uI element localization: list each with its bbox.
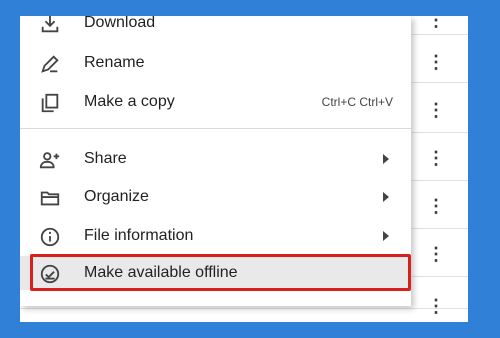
row-divider <box>20 308 468 309</box>
menu-item-download[interactable]: Download <box>20 16 411 40</box>
submenu-arrow-icon <box>383 192 389 202</box>
info-icon <box>40 227 60 247</box>
more-vert-icon[interactable]: ⋮ <box>427 52 445 72</box>
menu-item-share[interactable]: Share <box>20 142 411 176</box>
menu-item-label: Download <box>84 16 156 31</box>
context-menu: Download Rename Make a copy Ctrl+C Ctrl+… <box>20 16 411 306</box>
row-divider <box>412 276 468 277</box>
submenu-arrow-icon <box>383 231 389 241</box>
row-divider <box>412 132 468 133</box>
menu-item-make-a-copy[interactable]: Make a copy Ctrl+C Ctrl+V <box>20 85 411 119</box>
menu-item-label: File information <box>84 227 194 244</box>
menu-item-label: Organize <box>84 188 149 205</box>
more-vert-icon[interactable]: ⋮ <box>427 100 445 120</box>
menu-item-organize[interactable]: Organize <box>20 180 411 214</box>
more-vert-icon[interactable]: ⋮ <box>427 244 445 264</box>
menu-divider <box>20 128 411 129</box>
submenu-arrow-icon <box>383 154 389 164</box>
more-vert-icon[interactable]: ⋮ <box>427 196 445 216</box>
menu-item-label: Make a copy <box>84 93 175 110</box>
pencil-icon <box>41 55 59 73</box>
more-vert-icon[interactable]: ⋮ <box>427 16 445 30</box>
menu-item-label: Share <box>84 150 127 167</box>
keyboard-shortcut: Ctrl+C Ctrl+V <box>321 95 393 109</box>
row-divider <box>412 34 468 35</box>
download-icon <box>41 16 59 33</box>
more-vert-icon[interactable]: ⋮ <box>427 296 445 316</box>
folder-icon <box>40 191 60 206</box>
row-divider <box>412 82 468 83</box>
more-vert-icon[interactable]: ⋮ <box>427 148 445 168</box>
file-list-window: ⋮ ⋮ ⋮ ⋮ ⋮ ⋮ ⋮ Download Rename Make a cop… <box>20 16 468 322</box>
row-divider <box>412 228 468 229</box>
menu-item-label: Rename <box>84 54 145 71</box>
row-divider <box>412 180 468 181</box>
menu-item-file-information[interactable]: File information <box>20 219 411 253</box>
add-person-icon <box>39 152 60 169</box>
menu-item-rename[interactable]: Rename <box>20 46 411 80</box>
highlight-box <box>30 254 411 291</box>
copy-icon <box>41 93 59 113</box>
